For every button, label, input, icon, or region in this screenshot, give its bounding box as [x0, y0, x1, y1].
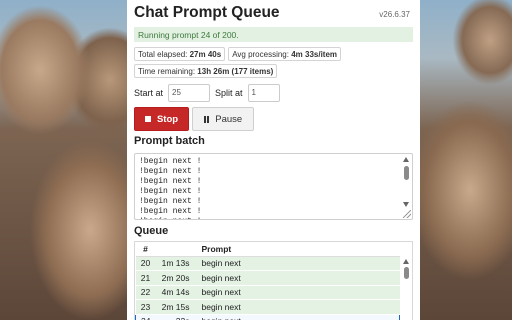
stop-icon	[144, 116, 151, 122]
row-prompt: begin next	[197, 285, 400, 300]
elapsed-stat: Total elapsed: 27m 40s	[134, 47, 226, 61]
stop-button[interactable]: Stop	[134, 107, 189, 131]
resize-grip-icon[interactable]	[403, 210, 411, 218]
row-number: 21	[135, 270, 156, 286]
range-controls: Start at Split at	[134, 83, 413, 102]
header: Chat Prompt Queue v26.6.37	[134, 4, 413, 24]
table-row[interactable]: 21 2m 20s begin next	[135, 270, 400, 286]
queue-header-row: # Prompt	[135, 242, 400, 257]
col-time-header	[155, 242, 198, 257]
elapsed-label: Total elapsed:	[138, 50, 188, 59]
batch-lines: !begin next ! !begin next ! !begin next !!…	[139, 157, 398, 219]
row-duration: 2m 15s	[155, 299, 198, 315]
row-number: 20	[135, 256, 156, 271]
avg-value: 4m 33s/item	[291, 50, 338, 59]
queue-table: # Prompt 20 1m 13s begin next 21 2m 20s begin…	[135, 242, 400, 320]
pause-button[interactable]: Pause	[192, 107, 254, 131]
stop-label: Stop	[156, 113, 179, 125]
status-banner: Running prompt 24 of 200.	[134, 27, 413, 42]
queue-table-container: # Prompt 20 1m 13s begin next 21 2m 20s begin…	[134, 241, 413, 320]
table-row[interactable]: 23 2m 15s begin next	[135, 299, 400, 315]
batch-line: !begin next !	[139, 167, 202, 176]
table-row[interactable]: 22 4m 14s begin next	[135, 285, 400, 300]
table-row[interactable]: 2422sbegin next	[135, 313, 400, 320]
row-number: 22	[135, 285, 156, 300]
start-at-label: Start at	[134, 87, 164, 98]
stats-row: Total elapsed: 27m 40s Avg processing: 4…	[134, 47, 413, 78]
row-prompt: begin next	[197, 299, 400, 315]
row-number: 24	[135, 313, 156, 320]
row-duration: 22s	[155, 313, 198, 320]
row-prompt: begin next	[197, 256, 400, 271]
prompt-batch-title: Prompt batch	[134, 135, 205, 147]
col-number-header: #	[135, 242, 156, 257]
avg-label: Avg processing:	[232, 50, 289, 59]
table-row[interactable]: 20 1m 13s begin next	[135, 256, 400, 271]
remaining-stat: Time remaining: 13h 26m (177 items)	[134, 64, 278, 78]
app-title: Chat Prompt Queue	[134, 4, 280, 21]
row-number: 23	[135, 299, 156, 315]
split-at-input[interactable]	[247, 83, 280, 102]
action-buttons: Stop Pause	[134, 107, 413, 131]
scroll-thumb[interactable]	[404, 166, 409, 180]
row-prompt: begin next	[197, 313, 400, 320]
scroll-up-arrow-icon[interactable]	[403, 157, 409, 162]
row-duration: 4m 14s	[155, 285, 198, 300]
batch-scrollbar[interactable]	[403, 157, 410, 207]
avg-processing-stat: Avg processing: 4m 33s/item	[228, 47, 342, 61]
queue-title: Queue	[134, 225, 169, 237]
version-label: v26.6.37	[379, 10, 410, 19]
queue-scroll-up-arrow-icon[interactable]	[403, 259, 409, 264]
batch-line: !begin next !	[139, 207, 202, 216]
remaining-label: Time remaining:	[138, 67, 196, 76]
col-prompt-header: Prompt	[197, 242, 400, 257]
queue-scrollbar[interactable]	[403, 259, 410, 320]
queue-scroll-thumb[interactable]	[404, 267, 409, 279]
scroll-down-arrow-icon[interactable]	[403, 202, 409, 207]
split-at-label: Split at	[215, 87, 243, 98]
row-duration: 2m 20s	[155, 270, 198, 286]
elapsed-value: 27m 40s	[189, 50, 222, 59]
batch-line: !begin next !	[139, 197, 202, 206]
batch-line: !begin next !	[139, 217, 398, 219]
pause-label: Pause	[215, 113, 243, 125]
batch-line: !begin next !	[139, 187, 202, 196]
remaining-value: 13h 26m (177 items)	[197, 67, 274, 76]
pause-icon	[203, 115, 210, 123]
prompt-batch-textarea[interactable]: !begin next ! !begin next ! !begin next !!…	[134, 153, 413, 220]
row-duration: 1m 13s	[155, 256, 198, 271]
row-prompt: begin next	[197, 270, 400, 286]
batch-line: !begin next !	[139, 177, 202, 186]
start-at-input[interactable]	[168, 83, 211, 102]
queue-panel: Chat Prompt Queue v26.6.37 Running promp…	[127, 0, 420, 320]
batch-line: !begin next !	[139, 157, 202, 166]
